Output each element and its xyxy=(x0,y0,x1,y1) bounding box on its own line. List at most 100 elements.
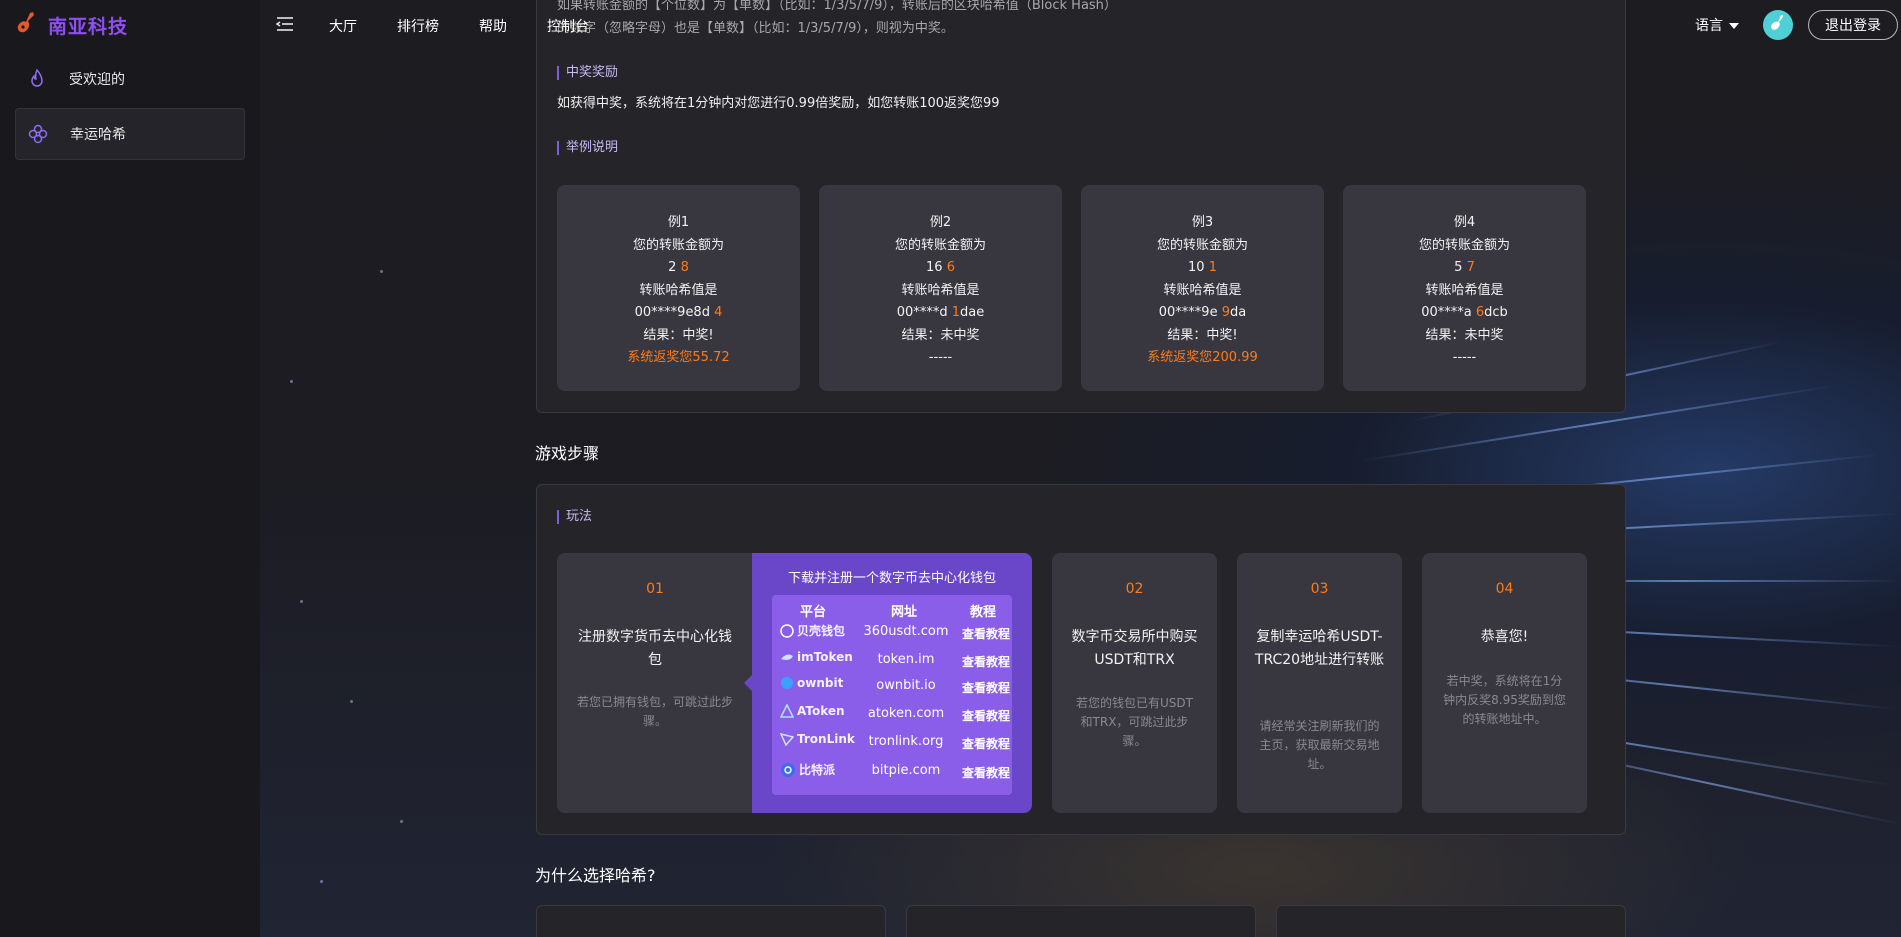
step-number: 02 xyxy=(1125,581,1144,597)
header-url: 网址 xyxy=(891,605,918,620)
wallet-row: TronLink tronlink.org 查看教程 xyxy=(772,730,1012,756)
wallet-row: 贝壳钱包 360usdt.com 查看教程 xyxy=(772,620,1012,646)
nav-help[interactable]: 帮助 xyxy=(479,16,507,36)
wallet-logo: ownbit xyxy=(780,676,843,690)
hash-label: 转账哈希值是 xyxy=(1425,282,1504,298)
step-card-4: 04 恭喜您! 若中奖，系统将在1分钟内反奖8.95奖励到您的转账地址中。 xyxy=(1422,553,1587,813)
step-description: 请经常关注刷新我们的主页，获取最新交易地址。 xyxy=(1259,719,1380,771)
example-title: 例2 xyxy=(929,215,952,230)
language-label: 语言 xyxy=(1695,18,1723,34)
nav-leaderboard[interactable]: 排行榜 xyxy=(397,16,439,36)
example-result: 结果：未中奖 xyxy=(1425,327,1504,343)
step-number: 04 xyxy=(1495,581,1514,597)
hash-label: 转账哈希值是 xyxy=(639,282,718,298)
example-result: 结果：中奖! xyxy=(1167,327,1238,343)
brand-logo[interactable]: 南亚科技 xyxy=(16,10,128,40)
wallet-download-panel: 下载并注册一个数字币去中心化钱包 平台 网址 教程 贝壳钱包 360usdt.c… xyxy=(744,553,1032,813)
sidebar-item-popular[interactable]: 受欢迎的 xyxy=(15,53,245,105)
step-title: 数字币交易所中购买USDT和TRX xyxy=(1071,629,1198,668)
menu-toggle-icon[interactable] xyxy=(275,16,294,36)
hash-value: 00****9e8d 4 xyxy=(634,305,723,320)
reward-text: 如获得中奖，系统将在1分钟内对您进行0.99倍奖励，如您转账100返奖您99 xyxy=(557,96,1000,111)
amount-label: 您的转账金额为 xyxy=(632,237,724,253)
amount-value: 2 8 xyxy=(668,260,689,275)
wallet-row: ownbit ownbit.io 查看教程 xyxy=(772,674,1012,700)
rules-panel: 中奖奖励 如获得中奖，系统将在1分钟内对您进行0.99倍奖励，如您转账100返奖… xyxy=(536,48,1626,413)
tutorial-link[interactable]: 查看教程 xyxy=(962,625,1010,642)
amount-value: 5 7 xyxy=(1454,260,1475,275)
hash-value: 00****d 1dae xyxy=(896,305,985,320)
step-title: 复制幸运哈希USDT- TRC20地址进行转账 xyxy=(1254,629,1385,668)
example-payout: 系统返奖您55.72 xyxy=(627,350,730,365)
tutorial-link[interactable]: 查看教程 xyxy=(962,764,1010,781)
caret-down-icon xyxy=(1729,17,1739,33)
example-card: 例2 您的转账金额为 16 6 转账哈希值是 00****d 1dae 结果：未… xyxy=(819,185,1062,391)
wallet-logo: AToken xyxy=(780,704,845,718)
example-title: 例1 xyxy=(667,215,690,230)
example-title: 例3 xyxy=(1191,215,1214,230)
wallet-url[interactable]: bitpie.com xyxy=(856,763,956,778)
header-tutorial: 教程 xyxy=(970,605,997,620)
wallet-row: AToken atoken.com 查看教程 xyxy=(772,702,1012,728)
shell-wallet-icon xyxy=(780,623,794,638)
step-description: 若您的钱包已有USDT和TRX，可跳过此步骤。 xyxy=(1076,696,1193,748)
why-card xyxy=(536,905,886,937)
brand-name: 南亚科技 xyxy=(48,15,129,38)
example-result: 结果：中奖! xyxy=(643,327,714,343)
example-payout: ----- xyxy=(928,350,953,365)
step-card-3: 03 复制幸运哈希USDT- TRC20地址进行转账 请经常关注刷新我们的主页，… xyxy=(1237,553,1402,813)
imtoken-icon xyxy=(781,654,793,660)
sidebar-item-lucky-hash[interactable]: 幸运哈希 xyxy=(15,108,245,160)
amount-label: 您的转账金额为 xyxy=(1156,237,1248,253)
avatar[interactable] xyxy=(1763,10,1793,40)
hash-value: 00****9e 9da xyxy=(1158,305,1247,320)
guitar-icon xyxy=(16,11,36,39)
wallet-url[interactable]: tronlink.org xyxy=(856,734,956,749)
sidebar-item-label: 幸运哈希 xyxy=(70,127,126,143)
amount-value: 10 1 xyxy=(1188,260,1217,275)
wallet-url[interactable]: atoken.com xyxy=(856,706,956,721)
hash-label: 转账哈希值是 xyxy=(1163,282,1242,298)
steps-section-title: 游戏步骤 xyxy=(535,444,600,463)
sidebar-item-label: 受欢迎的 xyxy=(69,72,125,88)
wallet-row: 比特派 bitpie.com 查看教程 xyxy=(772,759,1012,785)
tutorial-link[interactable]: 查看教程 xyxy=(962,679,1010,696)
nav-console[interactable]: 控制台 xyxy=(547,16,589,36)
guitar-avatar-icon xyxy=(1770,14,1786,36)
step-number: 01 xyxy=(646,581,664,597)
amount-label: 您的转账金额为 xyxy=(894,237,986,253)
reward-section-label: 中奖奖励 xyxy=(557,66,618,80)
hash-value: 00****a 6dcb xyxy=(1421,305,1508,320)
step-card-1: 01 注册数字货币去中心化钱包 若您已拥有钱包，可跳过此步骤。 xyxy=(557,553,753,813)
language-selector[interactable]: 语言 xyxy=(1695,15,1739,35)
wallet-table: 平台 网址 教程 贝壳钱包 360usdt.com 查看教程 imToken t… xyxy=(772,595,1012,795)
amount-label: 您的转账金额为 xyxy=(1418,237,1510,253)
ownbit-icon xyxy=(781,677,793,689)
step-description: 若中奖，系统将在1分钟内反奖8.95奖励到您的转账地址中。 xyxy=(1443,674,1566,726)
tutorial-link[interactable]: 查看教程 xyxy=(962,653,1010,670)
examples-section-label: 举例说明 xyxy=(557,141,618,155)
why-card xyxy=(906,905,1256,937)
amount-value: 16 6 xyxy=(926,260,955,275)
tutorial-link[interactable]: 查看教程 xyxy=(962,735,1010,752)
wallet-logo: TronLink xyxy=(780,732,855,746)
nav-lobby[interactable]: 大厅 xyxy=(329,16,357,36)
flame-icon xyxy=(25,67,49,91)
step-title: 恭喜您! xyxy=(1480,629,1529,645)
logout-button[interactable]: 退出登录 xyxy=(1808,10,1898,40)
bitpie-icon xyxy=(781,762,795,777)
gameplay-section-label: 玩法 xyxy=(557,510,592,524)
example-card: 例4 您的转账金额为 5 7 转账哈希值是 00****a 6dcb 结果：未中… xyxy=(1343,185,1586,391)
example-payout: ----- xyxy=(1452,350,1477,365)
step-description: 若您已拥有钱包，可跳过此步骤。 xyxy=(577,695,734,728)
tutorial-link[interactable]: 查看教程 xyxy=(962,707,1010,724)
example-result: 结果：未中奖 xyxy=(901,327,980,343)
wallet-url[interactable]: ownbit.io xyxy=(856,678,956,693)
hash-label: 转账哈希值是 xyxy=(901,282,980,298)
wallet-logo: 比特派 xyxy=(780,761,835,778)
wallet-url[interactable]: 360usdt.com xyxy=(856,624,956,639)
wallet-url[interactable]: token.im xyxy=(856,652,956,667)
header-platform: 平台 xyxy=(800,605,827,620)
wallet-panel-title: 下载并注册一个数字币去中心化钱包 xyxy=(787,571,996,586)
wallet-logo: 贝壳钱包 xyxy=(780,622,845,639)
